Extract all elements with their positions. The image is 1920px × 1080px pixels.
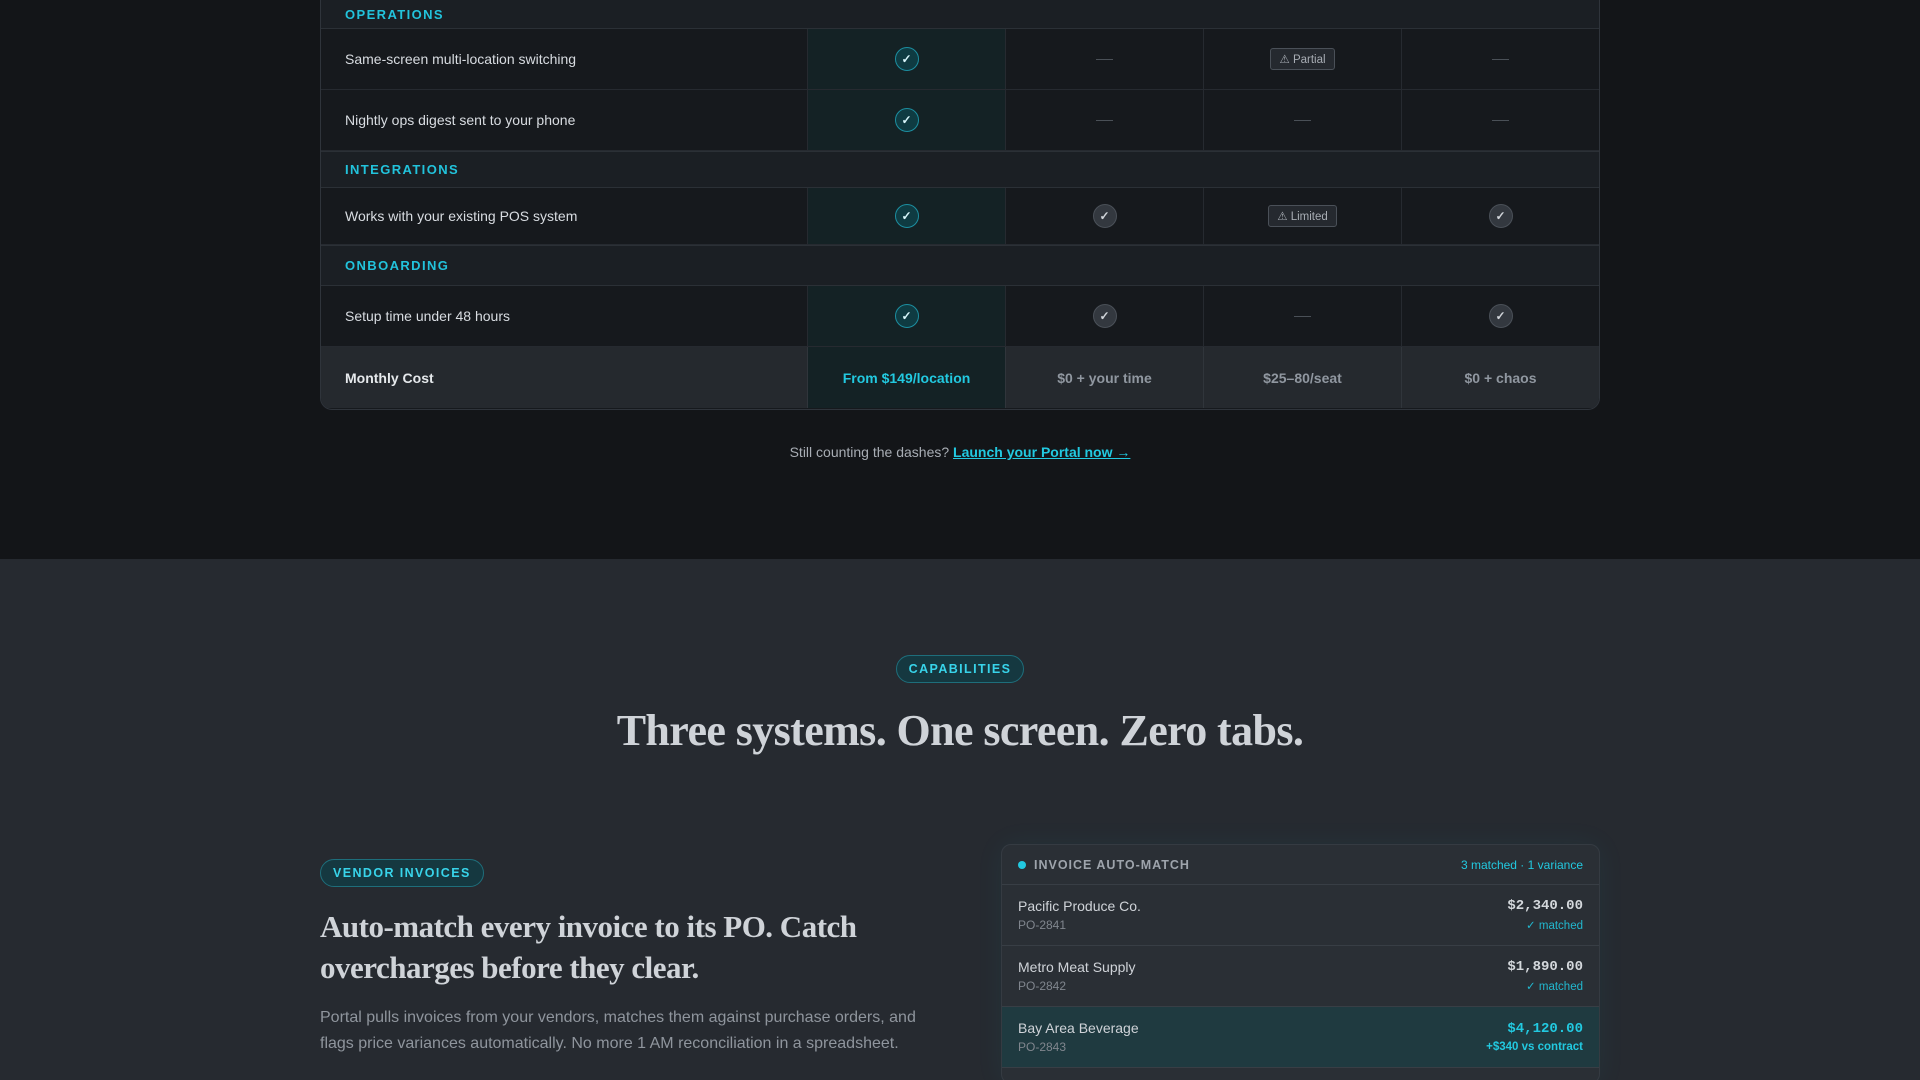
vendor-name: Pacific Produce Co. <box>1018 898 1141 914</box>
row-label: Same-screen multi-location switching <box>345 51 577 67</box>
table-row: Same-screen multi-location switching ✓ ⚠… <box>321 29 1599 90</box>
cell <box>1203 286 1401 346</box>
cell: ✓ <box>1005 188 1203 244</box>
status-dot-icon <box>1018 860 1026 869</box>
cell: ⚠ Partial <box>1203 29 1401 89</box>
cell <box>1401 90 1599 150</box>
section-header-integrations: INTEGRATIONS <box>321 151 1599 188</box>
cta-text: Still counting the dashes? <box>789 444 950 460</box>
section-header-onboarding: ONBOARDING <box>321 245 1599 286</box>
panel-header: INVOICE AUTO-MATCH 3 matched · 1 varianc… <box>1002 845 1599 885</box>
portal-cell: ✓ <box>807 90 1005 150</box>
cell <box>1401 29 1599 89</box>
check-icon: ✓ <box>1092 304 1117 328</box>
dash-icon <box>1096 119 1113 121</box>
variance-status: +$340 vs contract <box>1486 1041 1583 1053</box>
portal-cell: ✓ <box>807 29 1005 89</box>
cell: ✓ <box>1401 188 1599 244</box>
check-icon: ✓ <box>1488 304 1513 328</box>
check-icon: ✓ <box>894 108 919 132</box>
partial-badge: ⚠ Partial <box>1270 48 1335 70</box>
cost-row: Monthly Cost From $149/location $0 + you… <box>321 347 1599 408</box>
panel-title: INVOICE AUTO-MATCH <box>1034 857 1190 872</box>
row-label: Nightly ops digest sent to your phone <box>345 112 576 128</box>
section-header-operations: OPERATIONS <box>321 0 1599 29</box>
invoice-row[interactable]: Metro Meat Supply PO-2842 $1,890.00 ✓ matc… <box>1002 946 1599 1007</box>
vendor-name: Bay Area Beverage <box>1018 1020 1139 1036</box>
cell <box>1203 90 1401 150</box>
match-status: ✓ matched <box>1526 920 1583 932</box>
cta-line: Still counting the dashes? Launch your P… <box>0 444 1920 460</box>
dash-icon <box>1492 119 1509 121</box>
table-row: Works with your existing POS system ✓ ✓ … <box>321 188 1599 245</box>
comparison-section: OPERATIONS Same-screen multi-location sw… <box>0 0 1920 559</box>
cell: ✓ <box>1005 286 1203 346</box>
invoice-auto-match-panel: INVOICE AUTO-MATCH 3 matched · 1 varianc… <box>1001 844 1600 1080</box>
portal-cell: ✓ <box>807 188 1005 244</box>
invoice-amount: $1,890.00 <box>1507 959 1583 975</box>
portal-cost: From $149/location <box>807 347 1005 408</box>
capabilities-heading: Three systems. One screen. Zero tabs. <box>616 706 1304 755</box>
dash-icon <box>1096 58 1113 60</box>
invoice-amount: $4,120.00 <box>1507 1021 1583 1037</box>
cost-cell: $0 + chaos <box>1401 347 1599 408</box>
check-icon: ✓ <box>1092 204 1117 228</box>
limited-badge: ⚠ Limited <box>1268 205 1337 227</box>
cell <box>1005 29 1203 89</box>
capabilities-section: CAPABILITIES Three systems. One screen. … <box>0 559 1920 1080</box>
check-icon: ✓ <box>894 304 919 328</box>
cost-cell: $0 + your time <box>1005 347 1203 408</box>
invoice-row[interactable]: Pacific Produce Co. PO-2841 $2,340.00 ✓ ma… <box>1002 885 1599 946</box>
po-number: PO-2841 <box>1018 918 1067 932</box>
dash-icon <box>1294 315 1311 317</box>
cell: ⚠ Limited <box>1203 188 1401 244</box>
row-label: Works with your existing POS system <box>345 208 578 224</box>
check-icon: ✓ <box>1488 204 1513 228</box>
capabilities-badge: CAPABILITIES <box>895 655 1025 683</box>
row-label: Setup time under 48 hours <box>345 308 510 324</box>
invoice-row-variance[interactable]: Bay Area Beverage PO-2843 $4,120.00 +$340 … <box>1002 1007 1599 1068</box>
po-number: PO-2843 <box>1018 1040 1067 1054</box>
feature-heading: Auto-match every invoice to its PO. Catc… <box>320 909 857 985</box>
table-row: Setup time under 48 hours ✓ ✓ ✓ <box>321 286 1599 347</box>
table-row: Nightly ops digest sent to your phone ✓ <box>321 90 1599 151</box>
launch-portal-link[interactable]: Launch your Portal now → <box>953 444 1130 460</box>
check-icon: ✓ <box>894 47 919 71</box>
cell: ✓ <box>1401 286 1599 346</box>
match-summary: 3 matched · 1 variance <box>1460 857 1583 872</box>
match-status: ✓ matched <box>1526 981 1583 993</box>
vendor-invoices-badge: VENDOR INVOICES <box>320 859 484 887</box>
dash-icon <box>1492 58 1509 60</box>
dash-icon <box>1294 119 1311 121</box>
comparison-table: OPERATIONS Same-screen multi-location sw… <box>320 0 1600 410</box>
cost-label: Monthly Cost <box>345 369 434 386</box>
po-number: PO-2842 <box>1018 979 1067 993</box>
vendor-name: Metro Meat Supply <box>1018 959 1136 975</box>
portal-cell: ✓ <box>807 286 1005 346</box>
invoice-amount: $2,340.00 <box>1507 898 1583 914</box>
feature-description: Portal pulls invoices from your vendors,… <box>320 1009 916 1052</box>
cell <box>1005 90 1203 150</box>
cost-cell: $25–80/seat <box>1203 347 1401 408</box>
check-icon: ✓ <box>894 204 919 228</box>
